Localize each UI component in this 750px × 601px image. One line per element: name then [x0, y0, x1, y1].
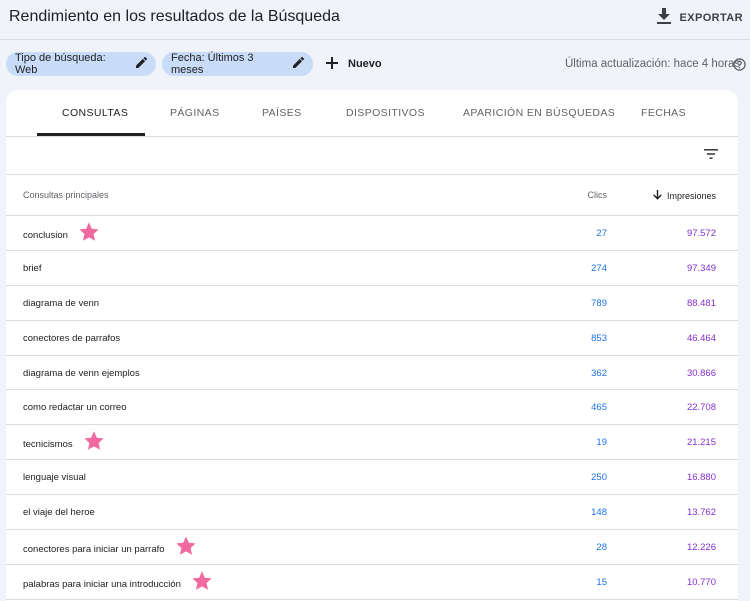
table-row[interactable]: brief 274 97.349	[6, 251, 738, 286]
table-row[interactable]: lenguaje visual 250 16.880	[6, 460, 738, 496]
impressions-cell: 97.349	[686, 262, 716, 274]
table-row[interactable]: conclusion 27 97.572	[6, 216, 738, 251]
table-header: Consultas principales Clics Impresiones	[6, 175, 738, 216]
impressions-cell: 12.226	[686, 542, 716, 554]
query-cell: tecnicismos	[23, 431, 105, 452]
clicks-cell: 789	[591, 297, 607, 309]
impressions-cell: 13.762	[686, 507, 716, 519]
query-cell: conectores de parrafos	[23, 333, 120, 344]
tab-pages[interactable]: PÁGINAS	[170, 107, 219, 119]
query-cell: diagrama de venn	[23, 298, 99, 309]
column-header-clicks[interactable]: Clics	[588, 190, 608, 200]
impressions-cell: 97.572	[686, 228, 716, 239]
new-filter-label: Nuevo	[348, 58, 382, 70]
impressions-cell: 22.708	[686, 402, 716, 414]
column-header-queries: Consultas principales	[23, 190, 109, 200]
last-updated-text: Última actualización: hace 4 horas	[565, 58, 741, 70]
export-label: EXPORTAR	[679, 12, 743, 24]
active-tab-indicator	[37, 133, 145, 136]
pencil-icon	[136, 56, 148, 71]
report-card: CONSULTAS PÁGINAS PAÍSES DISPOSITIVOS AP…	[6, 90, 738, 601]
clicks-cell: 274	[591, 262, 607, 274]
plus-icon	[326, 56, 338, 72]
tab-queries[interactable]: CONSULTAS	[62, 107, 128, 119]
impressions-cell: 16.880	[686, 472, 716, 484]
top-bar: Rendimiento en los resultados de la Búsq…	[0, 0, 750, 40]
star-icon	[78, 221, 100, 243]
query-text: lenguaje visual	[23, 472, 86, 484]
clicks-cell: 362	[591, 367, 607, 379]
query-text: diagrama de venn	[23, 297, 100, 309]
clicks-cell: 15	[596, 576, 607, 588]
impressions-header-label: Impresiones	[666, 191, 716, 201]
clicks-cell: 148	[591, 507, 607, 519]
arrow-down-icon	[653, 190, 662, 202]
table-row[interactable]: como redactar un correo 465 22.708	[6, 390, 738, 426]
query-cell: lenguaje visual	[23, 472, 86, 483]
table-row[interactable]: palabras para iniciar una introducción 15…	[6, 565, 738, 600]
impressions-cell: 21.215	[686, 437, 716, 449]
table-row[interactable]: diagrama de venn 789 88.481	[6, 286, 738, 321]
query-cell: palabras para iniciar una introducción	[23, 571, 213, 592]
clicks-cell: 28	[596, 542, 607, 554]
tab-bar: CONSULTAS PÁGINAS PAÍSES DISPOSITIVOS AP…	[6, 90, 738, 137]
clicks-cell: 250	[591, 472, 607, 484]
query-text: conectores para iniciar un parrafo	[23, 544, 165, 556]
filter-bar: Tipo de búsqueda: Web Fecha: Últimos 3 m…	[0, 52, 750, 76]
page-title: Rendimiento en los resultados de la Búsq…	[9, 8, 340, 25]
tab-countries[interactable]: PAÍSES	[262, 107, 302, 119]
tab-devices[interactable]: DISPOSITIVOS	[346, 107, 425, 119]
help-icon[interactable]	[733, 58, 746, 76]
query-text: tecnicismos	[23, 439, 73, 451]
clicks-cell: 19	[596, 437, 607, 449]
search-type-label: Tipo de búsqueda: Web	[15, 52, 106, 76]
export-button[interactable]: EXPORTAR	[657, 7, 743, 29]
star-icon	[83, 430, 105, 452]
query-cell: conclusion	[23, 222, 100, 243]
date-chip[interactable]: Fecha: Últimos 3 meses	[162, 52, 313, 76]
table-row[interactable]: diagrama de venn ejemplos 362 30.866	[6, 356, 738, 391]
date-label: Fecha: Últimos 3 meses	[171, 52, 254, 76]
table-row[interactable]: conectores para iniciar un parrafo 28 12.2…	[6, 530, 738, 565]
clicks-cell: 465	[591, 402, 607, 414]
query-cell: como redactar un correo	[23, 402, 127, 413]
query-text: el viaje del heroe	[23, 507, 95, 519]
query-text: conclusion	[23, 230, 68, 241]
impressions-cell: 46.464	[686, 332, 716, 344]
query-cell: brief	[23, 263, 41, 274]
clicks-cell: 853	[591, 332, 607, 344]
query-text: diagrama de venn ejemplos	[23, 367, 140, 379]
table-filter-row	[6, 137, 738, 175]
query-cell: el viaje del heroe	[23, 507, 95, 518]
table-row[interactable]: conectores de parrafos 853 46.464	[6, 321, 738, 356]
table-row[interactable]: el viaje del heroe 148 13.762	[6, 495, 738, 531]
impressions-cell: 88.481	[686, 297, 716, 309]
pencil-icon	[293, 56, 305, 71]
filter-icon[interactable]	[704, 147, 718, 165]
query-text: palabras para iniciar una introducción	[23, 578, 181, 590]
search-type-chip[interactable]: Tipo de búsqueda: Web	[6, 52, 156, 76]
query-text: conectores de parrafos	[23, 332, 121, 344]
query-cell: diagrama de venn ejemplos	[23, 368, 140, 379]
tab-dates[interactable]: FECHAS	[641, 107, 686, 119]
impressions-cell: 30.866	[686, 367, 716, 379]
new-filter-button[interactable]: Nuevo	[326, 52, 382, 76]
query-text: como redactar un correo	[23, 402, 127, 414]
column-header-impressions[interactable]: Impresiones	[653, 190, 716, 202]
table-body: conclusion 27 97.572 brief 274 97.349 diagrama…	[6, 216, 738, 600]
download-icon	[657, 7, 672, 29]
table-row[interactable]: tecnicismos 19 21.215	[6, 425, 738, 461]
tab-search-appearance[interactable]: APARICIÓN EN BÚSQUEDAS	[463, 107, 615, 119]
query-text: brief	[23, 262, 42, 274]
star-icon	[191, 570, 213, 592]
clicks-cell: 27	[596, 228, 607, 239]
query-cell: conectores para iniciar un parrafo	[23, 536, 197, 557]
star-icon	[175, 535, 197, 557]
impressions-cell: 10.770	[686, 576, 716, 588]
